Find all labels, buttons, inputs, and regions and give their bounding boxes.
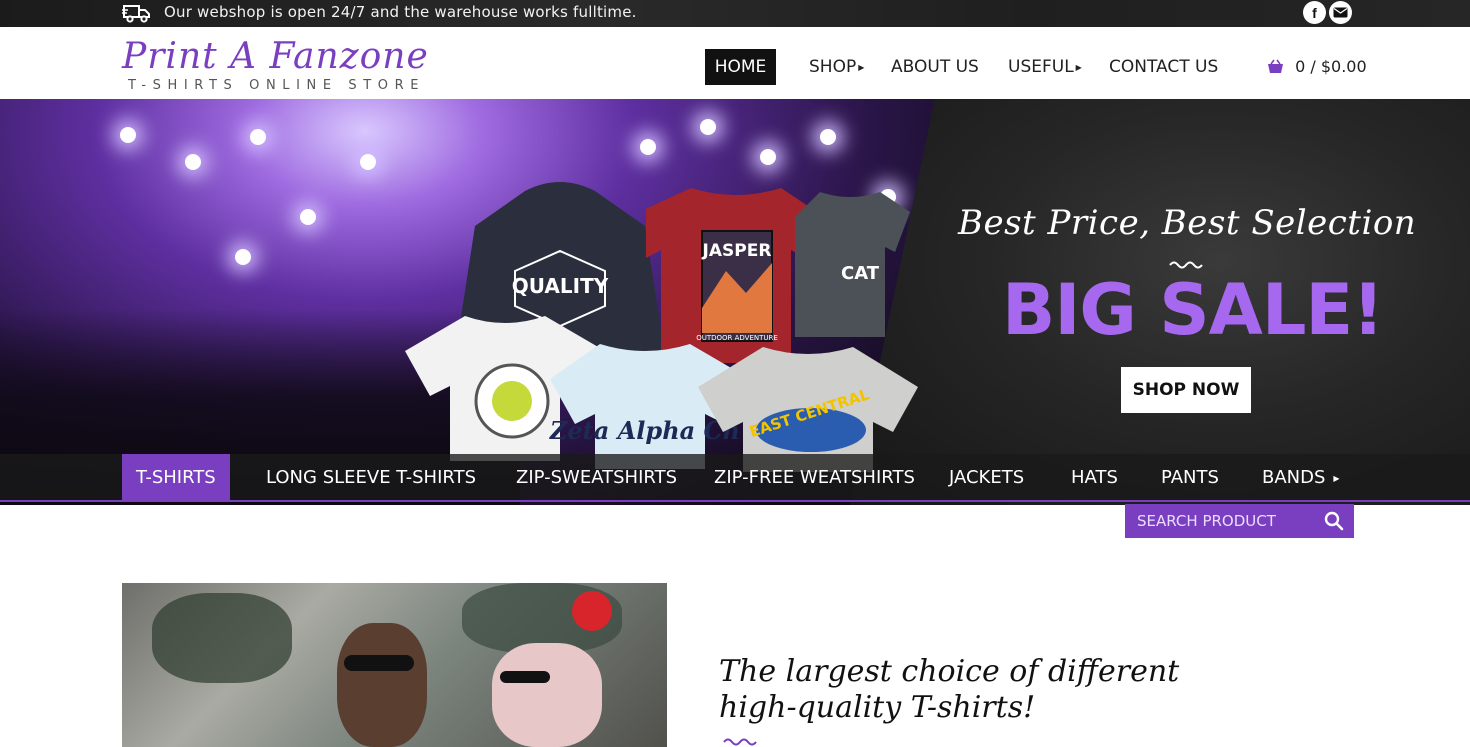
nav-useful[interactable]: USEFUL ▶	[1008, 49, 1082, 85]
caret-right-icon: ▶	[1333, 474, 1340, 483]
nav-shop[interactable]: SHOP ▶	[809, 49, 864, 85]
jasper-print: JASPER	[702, 241, 772, 261]
category-long-sleeve-t-shirts[interactable]: LONG SLEEVE T-SHIRTS	[266, 454, 476, 502]
caret-right-icon: ▶	[858, 63, 865, 72]
category-bar: T-SHIRTS LONG SLEEVE T-SHIRTS ZIP-SWEATS…	[0, 454, 1470, 502]
caret-right-icon: ▶	[1075, 63, 1082, 72]
nav-home[interactable]: HOME	[705, 49, 776, 85]
squiggle-divider-icon	[1169, 261, 1203, 269]
hero-headline: BIG SALE!	[1002, 269, 1384, 351]
category-t-shirts[interactable]: T-SHIRTS	[122, 454, 230, 502]
squiggle-divider-icon	[723, 738, 757, 746]
ash-shirt-east-central-image: EAST CENTRAL	[698, 347, 918, 472]
mail-icon[interactable]	[1329, 1, 1352, 24]
category-jackets[interactable]: JACKETS	[949, 454, 1024, 502]
shop-notice: Our webshop is open 24/7 and the warehou…	[164, 3, 637, 21]
search-box	[1125, 504, 1354, 538]
hero-tagline: Best Price, Best Selection	[958, 203, 1417, 243]
logo[interactable]: Print A Fanzone	[122, 35, 429, 79]
category-hats[interactable]: HATS	[1071, 454, 1118, 502]
search-icon[interactable]	[1324, 511, 1344, 531]
gray-shirt-image: CAT	[795, 192, 910, 337]
logo-subtitle: T-SHIRTS ONLINE STORE	[128, 78, 426, 93]
category-zip-free-sweatshirts[interactable]: ZIP-FREE WEATSHIRTS	[714, 454, 915, 502]
hero-banner: QUALITY JASPER OUTDOOR ADVENTURE CAT Zet…	[0, 99, 1470, 505]
category-zip-sweatshirts[interactable]: ZIP-SWEATSHIRTS	[516, 454, 677, 502]
site-header: Print A Fanzone T-SHIRTS ONLINE STORE HO…	[0, 27, 1470, 99]
couple-graffiti-photo	[122, 583, 667, 747]
truck-icon	[122, 5, 150, 23]
facebook-icon[interactable]: f	[1303, 1, 1326, 24]
top-bar: Our webshop is open 24/7 and the warehou…	[0, 0, 1470, 27]
quality-print: QUALITY	[512, 274, 609, 298]
category-pants[interactable]: PANTS	[1161, 454, 1219, 502]
cart-button[interactable]: 0 / $0.00	[1267, 49, 1367, 85]
shop-now-button[interactable]: SHOP NOW	[1121, 367, 1251, 413]
cat-print: CAT	[841, 263, 880, 284]
category-bands[interactable]: BANDS ▶	[1262, 454, 1340, 502]
basket-icon	[1267, 57, 1289, 76]
cart-total: 0 / $0.00	[1295, 57, 1367, 76]
section-heading: The largest choice of different high-qua…	[719, 654, 1180, 725]
search-input[interactable]	[1125, 504, 1320, 538]
nav-contact-us[interactable]: CONTACT US	[1109, 49, 1218, 85]
nav-about-us[interactable]: ABOUT US	[891, 49, 979, 85]
